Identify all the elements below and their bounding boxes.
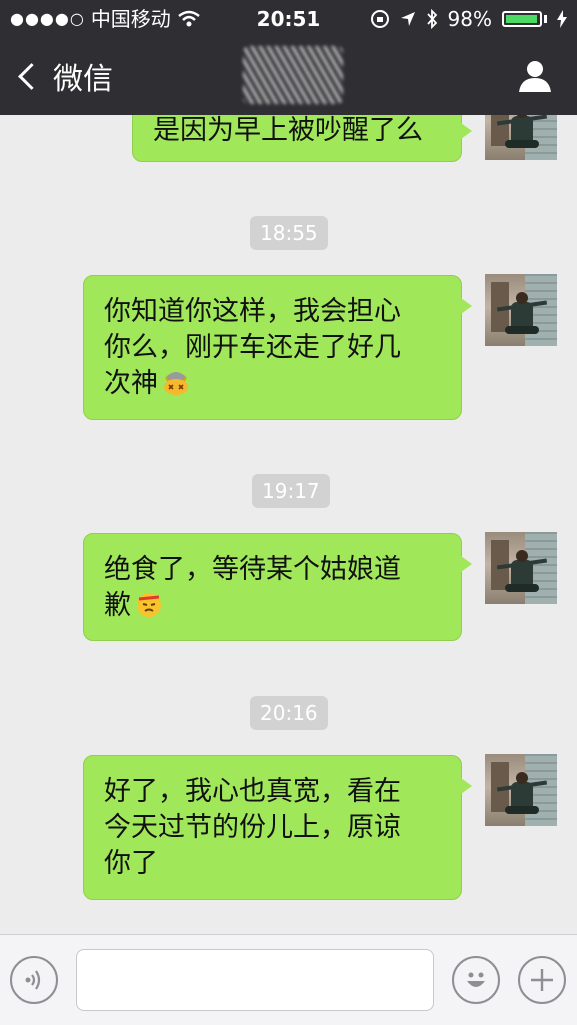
annoyed-face-emoji-icon	[137, 593, 161, 617]
bluetooth-icon	[426, 9, 437, 29]
avatar[interactable]	[485, 532, 557, 604]
nav-bar: 微信	[0, 40, 577, 115]
chevron-left-icon	[18, 62, 45, 90]
voice-button[interactable]	[10, 956, 58, 1004]
time-label: 19:17	[252, 474, 330, 508]
message-line: 你了	[104, 848, 158, 879]
avatar[interactable]	[485, 274, 557, 346]
person-icon	[519, 61, 551, 92]
battery-fill	[506, 15, 538, 23]
dizzy-face-emoji-icon	[164, 372, 188, 395]
message-input[interactable]	[76, 949, 434, 1011]
chat-profile-button[interactable]	[517, 58, 553, 94]
voice-icon	[25, 970, 41, 990]
emoji-button[interactable]	[452, 956, 500, 1004]
message-line: 歉	[104, 590, 131, 621]
message-text: 是因为早上被吵醒了么	[153, 115, 423, 146]
message-line: 你知道你这样，我会担心	[104, 296, 401, 327]
battery-percent: 98%	[447, 7, 492, 31]
message-line: 次神	[104, 368, 158, 399]
status-right: 98%	[370, 0, 567, 38]
battery-icon	[502, 11, 542, 27]
status-bar: ●●●●○ 中国移动 20:51 98%	[0, 0, 577, 38]
message-line: 好了，我心也真宽，看在	[104, 776, 401, 807]
location-icon	[400, 12, 415, 26]
plus-icon	[531, 969, 553, 991]
rotation-lock-icon	[370, 10, 389, 28]
message-bubble[interactable]: 好了，我心也真宽，看在 今天过节的份儿上，原谅 你了	[83, 755, 472, 900]
charging-icon	[557, 10, 567, 28]
header: ●●●●○ 中国移动 20:51 98% 微信	[0, 0, 577, 115]
message-bubble[interactable]: 绝食了，等待某个姑娘道 歉	[83, 533, 472, 641]
battery-tip	[544, 15, 547, 23]
chat-title-redacted	[243, 46, 343, 104]
message-line: 今天过节的份儿上，原谅	[104, 812, 401, 843]
avatar[interactable]	[485, 754, 557, 826]
message-bubble[interactable]: 你知道你这样，我会担心 你么，刚开车还走了好几 次神	[83, 275, 472, 420]
message-line: 你么，刚开车还走了好几	[104, 332, 401, 363]
more-button[interactable]	[518, 956, 566, 1004]
input-bar	[0, 934, 577, 1025]
back-button[interactable]: 微信	[16, 54, 113, 98]
time-label: 18:55	[250, 216, 328, 250]
time-label: 20:16	[250, 696, 328, 730]
smiley-icon	[467, 972, 485, 987]
message-line: 绝食了，等待某个姑娘道	[104, 554, 401, 585]
back-label: 微信	[53, 62, 113, 97]
